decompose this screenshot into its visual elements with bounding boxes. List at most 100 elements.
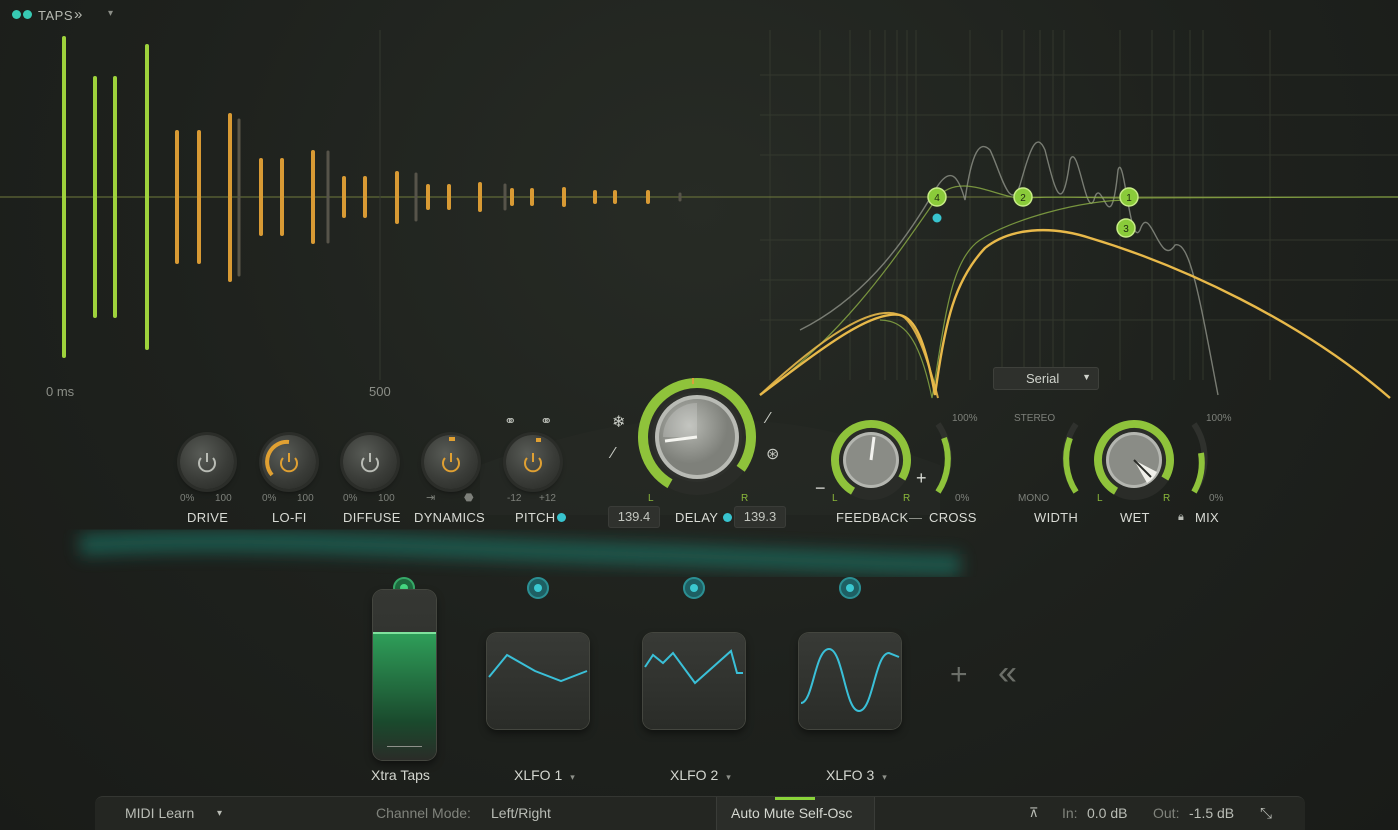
filter-node-label: 3 bbox=[1123, 224, 1129, 235]
power-icon bbox=[442, 437, 460, 473]
link-toggle-icon[interactable]: ⚭ bbox=[504, 412, 517, 430]
filter-node[interactable]: 3 bbox=[1116, 218, 1136, 238]
input-level-value[interactable]: 0.0 dB bbox=[1087, 805, 1127, 821]
xlfo3-mod-source[interactable] bbox=[839, 577, 861, 599]
add-modulator-icon[interactable]: + bbox=[950, 658, 968, 692]
collapse-modulators-icon[interactable]: « bbox=[998, 654, 1017, 693]
feedback-plus-icon[interactable]: + bbox=[916, 468, 927, 489]
pitch-knob[interactable] bbox=[506, 435, 560, 489]
xlfo3-card[interactable] bbox=[799, 633, 901, 729]
width-range-stereo: STEREO bbox=[1014, 413, 1056, 424]
lock-icon[interactable]: 🔒︎ bbox=[1178, 511, 1184, 524]
xlfo2-mod-source[interactable] bbox=[683, 577, 705, 599]
time-mid-label: 500 bbox=[369, 384, 391, 399]
link-toggle-icon[interactable]: ⚭ bbox=[540, 412, 553, 430]
power-icon bbox=[265, 439, 298, 477]
filter-node[interactable]: 1 bbox=[1119, 187, 1139, 207]
pitch-range-max: +12 bbox=[539, 493, 556, 504]
pitch-mod-dot[interactable] bbox=[557, 513, 566, 522]
pitch-label: PITCH bbox=[515, 510, 556, 525]
xlfo2-card[interactable] bbox=[643, 633, 745, 729]
delay-left-value[interactable]: 139.4 bbox=[608, 506, 660, 528]
feedback-cross-link: — bbox=[909, 510, 923, 525]
width-slider[interactable] bbox=[1052, 418, 1084, 498]
wet-knob[interactable] bbox=[1091, 417, 1177, 503]
filter-node-mod-dot[interactable] bbox=[932, 213, 942, 223]
dynamics-knob[interactable] bbox=[424, 435, 478, 489]
delay-label: DELAY bbox=[675, 510, 719, 525]
feedback-minus-icon[interactable]: − bbox=[815, 478, 826, 499]
filter-band-curve bbox=[759, 185, 1398, 396]
output-level-value[interactable]: -1.5 dB bbox=[1189, 805, 1234, 821]
lofi-range-max: 100 bbox=[297, 493, 314, 504]
mix-label: MIX bbox=[1195, 510, 1220, 525]
brush-icon[interactable]: ⁄ bbox=[767, 410, 770, 428]
diffuse-knob[interactable] bbox=[343, 435, 397, 489]
feedback-label: FEEDBACK bbox=[836, 510, 909, 525]
cross-range-max: 100% bbox=[952, 413, 978, 424]
filter-node[interactable]: 2 bbox=[1013, 187, 1033, 207]
power-icon bbox=[524, 438, 542, 473]
xlfo3-waveform bbox=[800, 647, 900, 713]
freeze-icon[interactable]: ❄ bbox=[612, 412, 625, 432]
auto-mute-button[interactable]: Auto Mute Self-Osc bbox=[716, 797, 875, 830]
width-range-mono: MONO bbox=[1018, 493, 1050, 504]
xlfo1-mod-source[interactable] bbox=[527, 577, 549, 599]
xlfo2-label[interactable]: XLFO 2 ▾ bbox=[670, 767, 731, 783]
dynamics-expand-icon[interactable]: ⇥ bbox=[426, 491, 435, 504]
dropdown-arrow-icon: ▾ bbox=[570, 772, 575, 782]
drive-knob[interactable] bbox=[180, 435, 234, 489]
cross-range-min: 0% bbox=[955, 493, 970, 504]
tap-wand-icon[interactable]: ⁄ bbox=[612, 445, 615, 463]
dynamics-label: DYNAMICS bbox=[414, 510, 486, 525]
tap-display[interactable]: 4 2 1 3 bbox=[0, 0, 1398, 420]
spectrum-analyzer bbox=[799, 141, 1219, 396]
dropdown-arrow-icon: ▾ bbox=[882, 772, 887, 782]
filter-response-curve-2 bbox=[759, 311, 939, 399]
feedback-right-channel: R bbox=[903, 493, 911, 504]
xlfo1-label[interactable]: XLFO 1 ▾ bbox=[514, 767, 575, 783]
xlfo3-label[interactable]: XLFO 3 ▾ bbox=[826, 767, 887, 783]
delay-right-channel: R bbox=[741, 493, 749, 504]
delay-knob[interactable] bbox=[635, 375, 759, 499]
filter-node-label: 2 bbox=[1020, 193, 1026, 204]
delay-mod-dot[interactable] bbox=[723, 513, 732, 522]
latency-icon[interactable]: ⊼ bbox=[1029, 805, 1039, 821]
xtra-taps-slider[interactable] bbox=[373, 590, 436, 760]
dropdown-arrow-icon: ▾ bbox=[726, 772, 731, 782]
xlfo1-card[interactable] bbox=[487, 633, 589, 729]
mix-range-max: 100% bbox=[1206, 413, 1232, 424]
routing-mode-dropdown[interactable]: Serial ▼ bbox=[993, 367, 1099, 390]
drive-range-max: 100 bbox=[215, 493, 232, 504]
resize-icon[interactable]: ⤡ bbox=[1260, 805, 1272, 822]
cross-slider[interactable] bbox=[930, 418, 962, 498]
dynamics-compress-icon[interactable]: ⬣ bbox=[464, 491, 474, 504]
width-label: WIDTH bbox=[1034, 510, 1079, 525]
mix-slider[interactable] bbox=[1186, 418, 1218, 498]
midi-learn-button[interactable]: MIDI Learn bbox=[125, 805, 194, 821]
drive-label: DRIVE bbox=[187, 510, 229, 525]
lofi-knob[interactable] bbox=[262, 435, 316, 489]
pitch-range-min: -12 bbox=[507, 493, 522, 504]
feedback-knob[interactable] bbox=[828, 417, 914, 503]
time-start-label: 0 ms bbox=[46, 384, 75, 399]
reverse-icon[interactable]: ⊛ bbox=[766, 444, 779, 464]
wet-right-channel: R bbox=[1163, 493, 1171, 504]
wet-label: WET bbox=[1120, 510, 1150, 525]
drive-range-min: 0% bbox=[180, 493, 195, 504]
xlfo1-waveform bbox=[488, 653, 588, 683]
cross-label: CROSS bbox=[929, 510, 977, 525]
delay-left-channel: L bbox=[648, 493, 654, 504]
filter-node[interactable]: 4 bbox=[927, 187, 947, 207]
routing-mode-value: Serial bbox=[1026, 371, 1060, 386]
filter-node-label: 4 bbox=[934, 193, 940, 204]
channel-mode-value[interactable]: Left/Right bbox=[491, 805, 551, 821]
plugin-window: TAPS » ▾ 4 2 1 3 0 ms 500 Serial ▼ 0% 10… bbox=[0, 0, 1398, 830]
feedback-left-channel: L bbox=[832, 493, 838, 504]
delay-right-value[interactable]: 139.3 bbox=[734, 506, 786, 528]
mix-range-min: 0% bbox=[1209, 493, 1224, 504]
channel-mode-label: Channel Mode: bbox=[376, 805, 471, 821]
xtra-taps-label: Xtra Taps bbox=[371, 767, 430, 783]
midi-learn-dropdown-icon[interactable]: ▾ bbox=[217, 808, 222, 819]
diffuse-label: DIFFUSE bbox=[343, 510, 401, 525]
